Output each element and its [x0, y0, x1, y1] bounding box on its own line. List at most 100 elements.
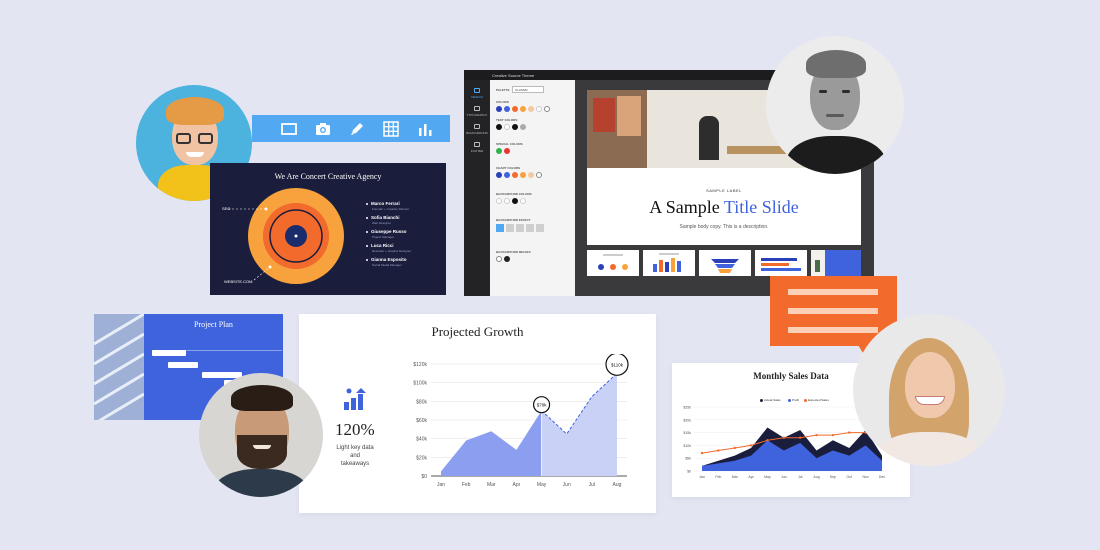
x-tick-label: Apr: [513, 482, 521, 488]
expected-point: [700, 451, 704, 455]
pen-icon[interactable]: [347, 119, 367, 139]
slide-label: SAMPLE LABEL: [706, 188, 742, 193]
special-color-swatches: [496, 148, 510, 154]
y-tick-label: $15k: [683, 431, 691, 435]
slide-thumbnail[interactable]: [811, 250, 861, 276]
swatch[interactable]: [496, 172, 502, 178]
y-tick-label: $0: [421, 474, 427, 480]
y-tick-label: $20k: [683, 418, 691, 422]
camera-icon[interactable]: [313, 119, 333, 139]
effect-option[interactable]: [536, 224, 544, 232]
expected-point: [782, 436, 786, 439]
team-member: Sofia Bianchi Web Designer: [366, 215, 400, 225]
swatch[interactable]: [496, 148, 502, 154]
swatch[interactable]: [504, 106, 510, 112]
swatch[interactable]: [496, 198, 502, 204]
x-tick-label: Jul: [798, 475, 803, 479]
rail-typography[interactable]: TYPOGRAPHY: [464, 106, 490, 117]
x-tick-label: Apr: [748, 475, 754, 479]
slide-body: Sample body copy. This is a description.: [679, 224, 769, 230]
swatch[interactable]: [496, 256, 502, 262]
gantt-task: [152, 350, 186, 356]
expected-point: [766, 439, 769, 442]
add-swatch-icon[interactable]: [536, 172, 542, 178]
chart-color-swatches: [496, 172, 542, 178]
add-swatch-icon[interactable]: [544, 106, 550, 112]
x-tick-label: Aug: [613, 482, 622, 488]
section-label: BACKGROUND EFFECT: [496, 218, 531, 222]
color-swatches: [496, 106, 550, 112]
swatch[interactable]: [504, 256, 510, 262]
y-tick-label: $25k: [683, 406, 691, 410]
architecture-photo: [94, 314, 145, 420]
swatch[interactable]: [520, 198, 526, 204]
legend-item: Actual Sales: [760, 398, 781, 402]
swatch[interactable]: [520, 172, 526, 178]
swatch[interactable]: [512, 172, 518, 178]
swatch[interactable]: [536, 106, 542, 112]
slide-icon[interactable]: [279, 119, 299, 139]
swatch[interactable]: [512, 124, 518, 130]
effect-option[interactable]: [506, 224, 514, 232]
expected-point: [717, 449, 720, 452]
rail-background[interactable]: BACKGROUND: [464, 124, 490, 135]
section-label: TEXT COLORS: [496, 118, 518, 122]
swatch[interactable]: [496, 106, 502, 112]
swatch[interactable]: [504, 198, 510, 204]
swatch[interactable]: [512, 106, 518, 112]
effect-option[interactable]: [526, 224, 534, 232]
bar-chart-icon[interactable]: [415, 119, 435, 139]
swatch[interactable]: [528, 172, 534, 178]
x-tick-label: Jun: [781, 475, 787, 479]
effect-option[interactable]: [516, 224, 524, 232]
slide-thumbnail[interactable]: [587, 250, 639, 276]
swatch[interactable]: [504, 172, 510, 178]
slide-thumbnail[interactable]: [643, 250, 695, 276]
swatch[interactable]: [512, 198, 518, 204]
y-tick-label: $80k: [416, 399, 427, 405]
section-label: BACKGROUND IMAGES: [496, 250, 531, 254]
swatch[interactable]: [504, 148, 510, 154]
rail-footer[interactable]: FOOTER: [464, 142, 490, 153]
swatch[interactable]: [520, 106, 526, 112]
section-label: COLORS: [496, 100, 509, 104]
team-member: Gianna Esposito Social Media Manager: [366, 257, 407, 267]
swatch[interactable]: [520, 124, 526, 130]
gantt-task: [168, 362, 198, 368]
palette-select[interactable]: CLASSIC: [512, 86, 544, 93]
x-tick-label: Mar: [487, 482, 496, 488]
slide-title: A Sample Title Slide: [649, 197, 799, 217]
x-tick-label: Feb: [715, 475, 721, 479]
y-tick-label: $60k: [416, 418, 427, 424]
expected-point: [733, 446, 736, 450]
x-tick-label: Jun: [563, 482, 571, 488]
grid-icon[interactable]: [381, 119, 401, 139]
projected-area: [541, 373, 617, 476]
growth-icon: [344, 388, 366, 410]
x-tick-label: Jul: [589, 482, 595, 488]
swatch[interactable]: [496, 124, 502, 130]
design-panel: PALETTE CLASSIC COLORS TEXT COLORS SPECI…: [490, 80, 575, 296]
expected-point: [831, 433, 835, 437]
plan-title: Project Plan: [194, 320, 233, 329]
x-tick-label: Dec: [879, 475, 885, 479]
swatch[interactable]: [528, 106, 534, 112]
effect-option[interactable]: [496, 224, 504, 232]
x-tick-label: Feb: [462, 482, 471, 488]
seo-label: SEO: [222, 206, 231, 211]
x-tick-label: Sep: [830, 475, 836, 479]
slide-thumbnail[interactable]: [699, 250, 751, 276]
y-tick-label: $5k: [685, 457, 691, 461]
y-tick-label: $10k: [683, 444, 691, 448]
y-tick-label: $0: [687, 470, 691, 474]
growth-stat: 120%: [335, 420, 375, 439]
slide-thumbnail[interactable]: [755, 250, 807, 276]
swatch[interactable]: [504, 124, 510, 130]
team-member: Marco Ferrari Founder + Creative Director: [366, 201, 409, 211]
expected-point: [749, 444, 753, 447]
growth-title: Projected Growth: [431, 324, 524, 339]
background-image-options: [496, 256, 510, 262]
editor-left-rail: DESIGN TYPOGRAPHY BACKGROUND FOOTER: [464, 80, 490, 296]
concert-agency-slide: We Are Concert Creative Agency SEO WEBSI…: [210, 163, 446, 295]
rail-design[interactable]: DESIGN: [464, 88, 490, 99]
